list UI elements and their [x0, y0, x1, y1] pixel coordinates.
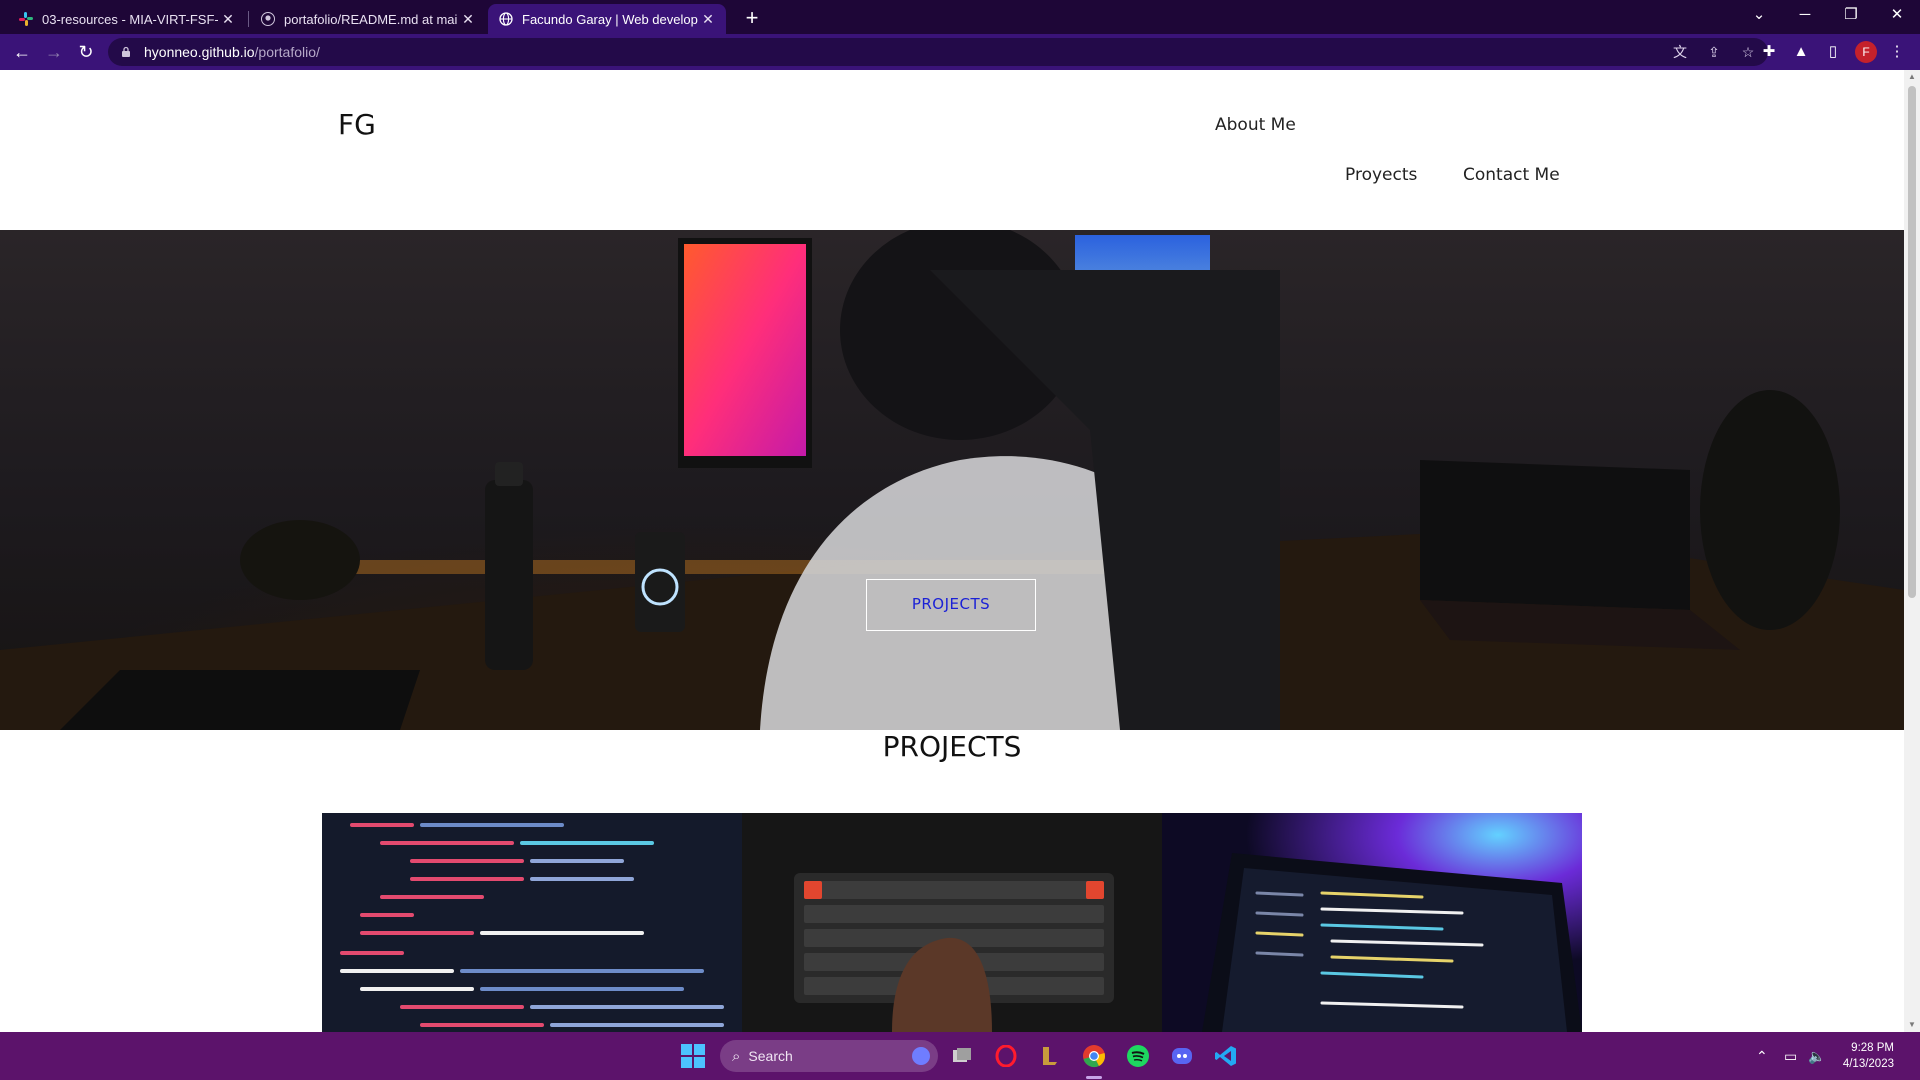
opera-icon[interactable]	[990, 1040, 1022, 1072]
search-icon: ⌕	[732, 1047, 741, 1065]
site-logo[interactable]: FG	[338, 108, 376, 141]
new-tab-button[interactable]: +	[738, 6, 766, 30]
address-bar[interactable]: hyonneo.github.io/portafolio/ 文 ⇪ ☆	[108, 38, 1768, 66]
laptop-code-image	[1162, 813, 1582, 1032]
nav-about-me[interactable]: About Me	[1215, 115, 1296, 135]
scrollbar-thumb[interactable]	[1908, 86, 1916, 598]
github-icon	[260, 11, 276, 27]
code-screen-image	[322, 813, 742, 1032]
volume-icon[interactable]: 🔈	[1808, 1032, 1825, 1080]
restore-icon[interactable]: ❐	[1828, 0, 1874, 30]
page-scrollbar[interactable]: ▲ ▼	[1904, 70, 1920, 1032]
nav-contact-me[interactable]: Contact Me	[1463, 165, 1560, 185]
tab-slack[interactable]: 03-resources - MIA-VIRT-FSF-PT- ✕	[8, 4, 246, 34]
scroll-up-icon[interactable]: ▲	[1904, 70, 1920, 84]
clock-time: 9:28 PM	[1851, 1042, 1894, 1054]
tray-overflow-icon[interactable]: ⌃	[1756, 1032, 1768, 1080]
translate-icon[interactable]: 文	[1670, 42, 1690, 62]
clock-date: 4/13/2023	[1842, 1058, 1894, 1070]
bookmark-star-icon[interactable]: ☆	[1738, 42, 1758, 62]
desk-scene-illustration	[0, 230, 1904, 730]
close-tab-icon[interactable]: ✕	[458, 11, 478, 28]
tab-title: portafolio/README.md at main ·	[284, 11, 458, 27]
labs-flask-icon[interactable]: ▲	[1789, 40, 1813, 64]
chrome-icon[interactable]	[1078, 1040, 1110, 1072]
scroll-down-icon[interactable]: ▼	[1904, 1018, 1920, 1032]
web-page: FG About Me Proyects Contact Me PROJECTS…	[0, 70, 1904, 1032]
close-window-icon[interactable]: ✕	[1874, 0, 1920, 30]
task-view-icon[interactable]	[946, 1040, 978, 1072]
windows-taskbar: ⌕ Search ⌃ ▭ 🔈 9:28 PM 4/13/2023	[0, 1032, 1920, 1080]
vscode-icon[interactable]	[1210, 1040, 1242, 1072]
tab-title: Facundo Garay | Web developer	[522, 11, 698, 27]
more-menu-icon[interactable]: ⋮	[1885, 40, 1909, 64]
profile-avatar[interactable]: F	[1855, 41, 1877, 63]
close-tab-icon[interactable]: ✕	[218, 11, 238, 28]
minimize-icon[interactable]: ─	[1782, 0, 1828, 30]
tab-github[interactable]: portafolio/README.md at main · ✕	[250, 4, 486, 34]
globe-icon	[498, 11, 514, 27]
network-icon[interactable]: ▭	[1784, 1032, 1797, 1080]
league-of-legends-icon[interactable]	[1034, 1040, 1066, 1072]
system-clock[interactable]: 9:28 PM 4/13/2023	[1834, 1040, 1894, 1072]
search-label: Search	[748, 1048, 793, 1064]
nav-projects[interactable]: Proyects	[1345, 165, 1417, 185]
url-host: hyonneo.github.io	[144, 44, 255, 60]
projects-heading: PROJECTS	[882, 730, 1022, 763]
lock-icon	[122, 46, 130, 57]
project-card-code[interactable]	[322, 813, 742, 1032]
bing-icon	[912, 1047, 930, 1065]
tab-portfolio[interactable]: Facundo Garay | Web developer ✕	[488, 4, 726, 34]
url-path: /portafolio/	[254, 44, 320, 60]
reload-icon[interactable]: ↻	[72, 40, 100, 64]
projects-gallery	[322, 813, 1582, 1032]
active-app-indicator	[1086, 1076, 1102, 1079]
project-card-laptop[interactable]	[1162, 813, 1582, 1032]
close-tab-icon[interactable]: ✕	[698, 11, 718, 28]
project-card-keyboard[interactable]	[742, 813, 1162, 1032]
taskbar-search[interactable]: ⌕ Search	[720, 1040, 938, 1072]
browser-toolbar: ← → ↻ hyonneo.github.io/portafolio/ 文 ⇪ …	[0, 34, 1920, 70]
hero-projects-button[interactable]: PROJECTS	[866, 579, 1036, 631]
tab-strip: 03-resources - MIA-VIRT-FSF-PT- ✕ portaf…	[0, 0, 1920, 34]
discord-icon[interactable]	[1166, 1040, 1198, 1072]
share-icon[interactable]: ⇪	[1704, 42, 1724, 62]
extensions-icon[interactable]: ✚	[1757, 40, 1781, 64]
tab-search-icon[interactable]: ⌄	[1736, 0, 1782, 30]
windows-start-icon[interactable]	[677, 1040, 709, 1072]
tab-divider	[248, 11, 249, 27]
slack-icon	[18, 11, 34, 27]
hero-image: PROJECTS	[0, 230, 1904, 730]
keyboard-image	[742, 813, 1162, 1032]
back-icon[interactable]: ←	[8, 40, 36, 64]
forward-icon[interactable]: →	[40, 40, 68, 64]
side-panel-icon[interactable]: ▯	[1821, 40, 1845, 64]
tab-title: 03-resources - MIA-VIRT-FSF-PT-	[42, 11, 218, 27]
spotify-icon[interactable]	[1122, 1040, 1154, 1072]
